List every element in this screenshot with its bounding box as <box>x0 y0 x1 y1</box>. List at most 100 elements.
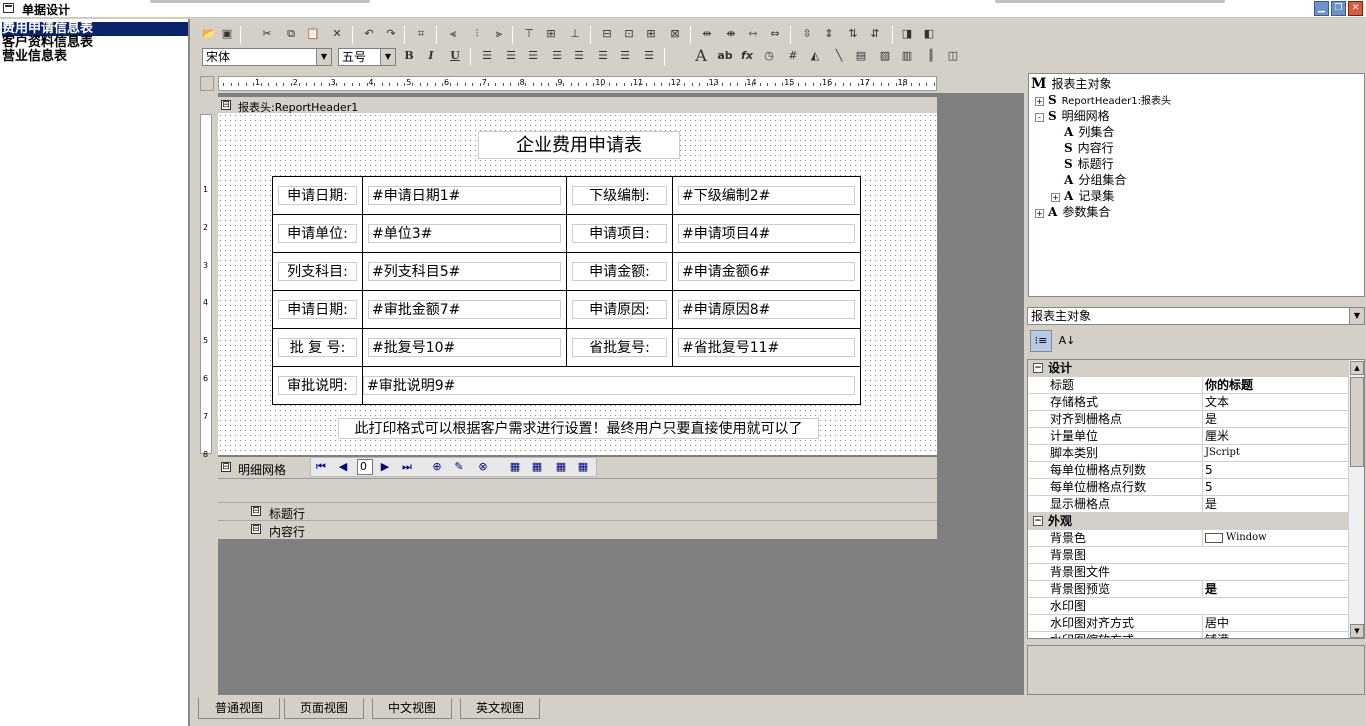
report-label[interactable]: 审批说明: <box>278 376 357 395</box>
restore-button[interactable]: ❐ <box>1331 1 1346 16</box>
chevron-down-icon[interactable]: ▼ <box>380 49 395 65</box>
property-category[interactable]: − 外观 <box>1028 513 1348 530</box>
property-category[interactable]: − 设计 <box>1028 360 1348 377</box>
report-label[interactable]: 省批复号: <box>572 338 667 357</box>
save-icon[interactable]: ▣ <box>220 27 234 41</box>
report-label[interactable]: 申请金额: <box>572 262 667 281</box>
collapse-icon[interactable]: − <box>1033 363 1043 373</box>
report-field[interactable]: #审批金额7# <box>368 300 561 319</box>
report-field[interactable]: #申请项目4# <box>678 224 855 243</box>
delete-column-icon[interactable]: ⊗ <box>476 460 490 474</box>
line-tool-icon[interactable]: ╲ <box>832 49 846 63</box>
report-field[interactable]: #申请原因8# <box>678 300 855 319</box>
expand-icon[interactable]: + <box>1051 193 1060 202</box>
static-text-tool[interactable]: A <box>694 48 708 64</box>
scroll-down-icon[interactable]: ▼ <box>1350 624 1364 638</box>
title-row-band[interactable]: ⊟ 标题行 <box>218 503 937 521</box>
collapse-icon[interactable]: − <box>1033 516 1043 526</box>
scroll-up-icon[interactable]: ▲ <box>1350 361 1364 375</box>
property-row[interactable]: 每单位栅格点行数 5 <box>1028 479 1348 496</box>
property-row[interactable]: 背景图预览是 <box>1028 581 1348 598</box>
report-label[interactable]: 列支科目: <box>278 262 357 281</box>
property-value[interactable]: 是 <box>1202 411 1348 427</box>
v-spacing-dec-icon[interactable]: ⇅ <box>846 27 860 41</box>
page-number-icon[interactable]: # <box>786 49 800 63</box>
report-note[interactable]: 此打印格式可以根据客户需求进行设置！最终用户只要直接使用就可以了 <box>338 418 819 439</box>
bring-front-icon[interactable]: ◨ <box>900 27 914 41</box>
copy-icon[interactable]: ⧉ <box>284 27 298 41</box>
collapse-icon[interactable]: ⊟ <box>221 462 231 472</box>
report-field[interactable]: #批复号10# <box>368 338 561 357</box>
property-row[interactable]: 计量单位 厘米 <box>1028 428 1348 445</box>
first-record-icon[interactable]: ⏮ <box>314 460 328 474</box>
align-top-icon[interactable]: ⊤ <box>522 27 536 41</box>
report-field[interactable]: #省批复号11# <box>678 338 855 357</box>
tree-node[interactable]: + A 记录集 <box>1051 188 1114 204</box>
text-align-center-icon[interactable]: ☰ <box>504 49 518 63</box>
v-spacing-equal-icon[interactable]: ⇳ <box>800 27 814 41</box>
property-value[interactable]: 你的标题 <box>1202 377 1348 393</box>
prev-record-icon[interactable]: ◀ <box>336 460 350 474</box>
edit-column-icon[interactable]: ✎ <box>452 460 466 474</box>
chart-icon[interactable]: ▥ <box>900 49 914 63</box>
collapse-icon[interactable]: ⊟ <box>251 506 261 516</box>
tree-root[interactable]: M 报表主对象 <box>1031 76 1112 92</box>
report-field[interactable]: #申请日期1# <box>368 186 561 205</box>
memo-icon[interactable]: ▤ <box>854 49 868 63</box>
expand-icon[interactable]: + <box>1035 97 1044 106</box>
content-row-band[interactable]: ⊟ 内容行 <box>218 521 937 539</box>
same-width-icon[interactable]: ⊟ <box>600 27 614 41</box>
text-align-left-icon[interactable]: ☰ <box>480 49 494 63</box>
clock-icon[interactable]: ◷ <box>762 49 776 63</box>
report-label[interactable]: 申请日期: <box>278 186 357 205</box>
expand-icon[interactable]: + <box>1035 209 1044 218</box>
view-tab[interactable]: 中文视图 <box>372 698 452 719</box>
picture-icon[interactable]: ▨ <box>878 49 892 63</box>
chevron-down-icon[interactable]: ▼ <box>316 49 331 65</box>
property-row[interactable]: 脚本类别 JScript <box>1028 445 1348 462</box>
minimize-button[interactable]: ▁ <box>1314 1 1329 16</box>
cut-icon[interactable]: ✂ <box>260 27 274 41</box>
text-align-right-icon[interactable]: ☰ <box>526 49 540 63</box>
report-field[interactable]: #单位3# <box>368 224 561 243</box>
grid-style1-icon[interactable]: ▦ <box>508 460 522 474</box>
report-field[interactable]: #下级编制2# <box>678 186 855 205</box>
grid-style4-icon[interactable]: ▦ <box>576 460 590 474</box>
h-spacing-inc-icon[interactable]: ⇼ <box>724 27 738 41</box>
delete-icon[interactable]: ✕ <box>330 27 344 41</box>
report-title[interactable]: 企业费用申请表 <box>478 131 680 159</box>
h-spacing-dec-icon[interactable]: ⇿ <box>746 27 760 41</box>
open-icon[interactable]: 📂 <box>202 27 216 41</box>
view-tab[interactable]: 普通视图 <box>198 698 280 719</box>
text-valign-bottom-icon[interactable]: ☰ <box>596 49 610 63</box>
grid-style3-icon[interactable]: ▦ <box>554 460 568 474</box>
property-row[interactable]: 水印图缩放方式铺满 <box>1028 632 1348 638</box>
tree-node[interactable]: S 内容行 <box>1064 140 1114 156</box>
same-size-icon[interactable]: ⊡ <box>622 27 636 41</box>
add-column-icon[interactable]: ⊕ <box>430 460 444 474</box>
report-label[interactable]: 下级编制: <box>572 186 667 205</box>
text-justify-icon[interactable]: ☰ <box>618 49 632 63</box>
object-selector[interactable]: 报表主对象 ▼ <box>1027 307 1365 325</box>
report-label[interactable]: 申请项目: <box>572 224 667 243</box>
view-tab[interactable]: 页面视图 <box>284 698 364 719</box>
report-field[interactable]: #审批说明9# <box>363 376 855 395</box>
property-row[interactable]: 水印图 <box>1028 598 1348 615</box>
formula-tool[interactable]: fx <box>740 49 754 63</box>
property-value[interactable]: 文本 <box>1202 394 1348 410</box>
align-right-icon[interactable]: ⫸ <box>492 27 506 41</box>
tree-node[interactable]: A 分组集合 <box>1064 172 1126 188</box>
chevron-down-icon[interactable]: ▼ <box>1349 308 1364 324</box>
grid-snap-icon[interactable]: ⌗ <box>414 27 428 41</box>
property-row[interactable]: 背景色 Window <box>1028 530 1348 547</box>
form-list-item[interactable]: 费用申请信息表 <box>2 22 188 36</box>
property-value[interactable]: 是 <box>1202 496 1348 512</box>
property-value[interactable]: 居中 <box>1202 615 1348 631</box>
report-label[interactable]: 申请日期: <box>278 300 357 319</box>
scroll-thumb[interactable] <box>1350 377 1364 467</box>
property-value[interactable]: Window <box>1202 530 1348 546</box>
form-list-item[interactable]: 客户资料信息表 <box>2 36 93 50</box>
property-row[interactable]: 标题 你的标题 <box>1028 377 1348 394</box>
align-center-icon[interactable]: ⫶ <box>470 27 484 41</box>
property-row[interactable]: 存储格式 文本 <box>1028 394 1348 411</box>
